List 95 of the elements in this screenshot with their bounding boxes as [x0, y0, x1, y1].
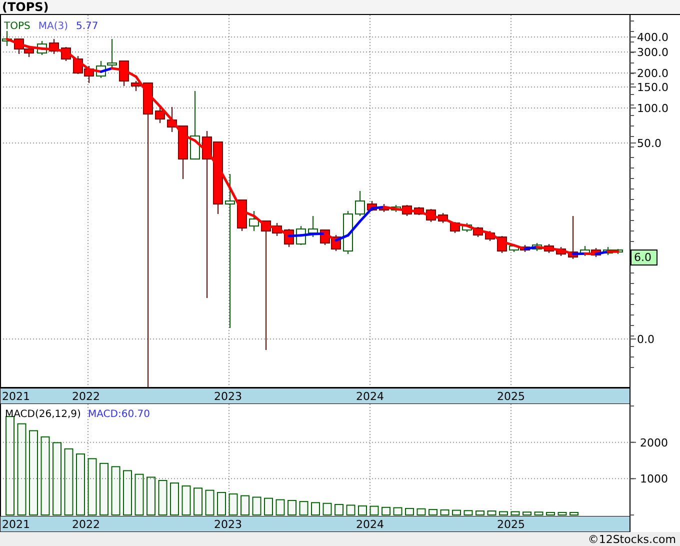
histogram-bar: [240, 495, 250, 516]
candlestick: [532, 242, 542, 252]
histogram-bar: [158, 480, 168, 516]
candlestick: [343, 210, 353, 254]
year-label: 2021: [2, 390, 30, 403]
symbol-label: TOPS: [4, 21, 30, 32]
candlestick: [580, 246, 590, 256]
histogram-bar: [558, 512, 567, 516]
price-axis-label: 300.0: [637, 46, 668, 59]
price-axis-label: 50.0: [637, 137, 662, 150]
histogram-bar: [76, 453, 85, 516]
histogram-bar: [252, 496, 262, 516]
year-label: 2025: [497, 390, 525, 403]
year-label: 2022: [72, 518, 100, 531]
histogram-bar: [228, 493, 238, 516]
indicator-value: MACD:60.70: [88, 409, 150, 420]
histogram-bar: [358, 505, 367, 516]
histogram-bar: [311, 502, 320, 516]
year-label: 2022: [72, 390, 100, 403]
histogram-bar: [276, 499, 285, 516]
candlestick: [84, 66, 94, 84]
price-axis-label: 0.0: [637, 333, 654, 346]
candlestick: [379, 204, 389, 212]
histogram-bar: [570, 512, 578, 516]
histogram-bar: [405, 508, 414, 516]
candlestick: [544, 244, 554, 254]
histogram-bar: [100, 462, 108, 516]
histogram-bar: [182, 485, 191, 516]
histogram-bar: [534, 512, 544, 516]
indicator-label: MACD(26,12,9): [5, 409, 81, 420]
histogram-bar: [416, 508, 426, 516]
histogram-bar: [123, 470, 132, 516]
candlestick: [367, 200, 377, 212]
histogram-bar: [393, 507, 402, 516]
histogram-bar: [299, 501, 308, 516]
candlestick: [556, 246, 566, 256]
histogram-bar: [487, 510, 496, 516]
chart-title: (TOPS): [2, 0, 49, 14]
histogram-bar: [522, 512, 532, 516]
indicator-value: 5.77: [76, 21, 98, 32]
histogram-bar: [146, 476, 156, 516]
candlestick: [308, 216, 318, 238]
price-axis-label: 150.0: [637, 81, 668, 94]
year-label: 2024: [356, 390, 384, 403]
histogram-bar: [134, 474, 144, 516]
histogram-bar: [382, 506, 390, 516]
histogram-bar: [452, 510, 461, 516]
price-axis-label: 100.0: [637, 102, 668, 115]
candlestick: [509, 244, 519, 252]
histogram-bar: [205, 490, 214, 516]
candlestick: [190, 90, 200, 160]
candlestick: [37, 40, 47, 56]
histogram-bar: [322, 502, 332, 516]
histogram-bar: [499, 511, 508, 516]
year-label: 2024: [356, 518, 384, 531]
histogram-bar: [440, 509, 450, 516]
histogram-bar: [264, 498, 273, 516]
histogram-bar: [88, 458, 97, 516]
candlestick: [14, 38, 24, 54]
candlestick: [49, 38, 59, 54]
histogram-bar: [464, 510, 473, 516]
year-label: 2025: [497, 518, 525, 531]
histogram-bar: [476, 510, 484, 516]
histogram-bar: [428, 509, 438, 516]
year-label: 2021: [2, 518, 30, 531]
macd-axis-label: 2000: [640, 436, 668, 450]
candlestick: [155, 108, 165, 124]
candlestick: [568, 216, 578, 260]
year-label: 2023: [214, 518, 242, 531]
histogram-bar: [170, 482, 179, 516]
price-axis-label: 200.0: [637, 67, 668, 80]
histogram-bar: [510, 511, 520, 516]
histogram-bar: [370, 506, 379, 516]
candlestick: [131, 80, 141, 92]
histogram-bar: [111, 466, 120, 516]
price-axis-label: 400.0: [637, 31, 668, 44]
histogram-bar: [346, 504, 356, 516]
histogram-bar: [334, 504, 344, 516]
indicator-label: MA(3): [38, 21, 68, 32]
candlestick: [355, 190, 365, 216]
candlestick: [591, 248, 601, 258]
histogram-bar: [217, 492, 226, 516]
copyright-credit: ©12Stocks.com: [588, 532, 676, 546]
histogram-bar: [194, 488, 202, 516]
candlestick: [24, 46, 34, 58]
last-price-badge: 6.0: [630, 250, 658, 266]
candlestick: [485, 230, 495, 242]
candlestick: [438, 212, 448, 224]
histogram-bar: [288, 500, 296, 516]
year-label: 2023: [214, 390, 242, 403]
candlestick: [249, 210, 259, 232]
histogram-bar: [64, 448, 74, 516]
candlestick: [462, 222, 472, 232]
macd-axis-label: 1000: [640, 472, 668, 486]
histogram-bar: [546, 512, 555, 516]
